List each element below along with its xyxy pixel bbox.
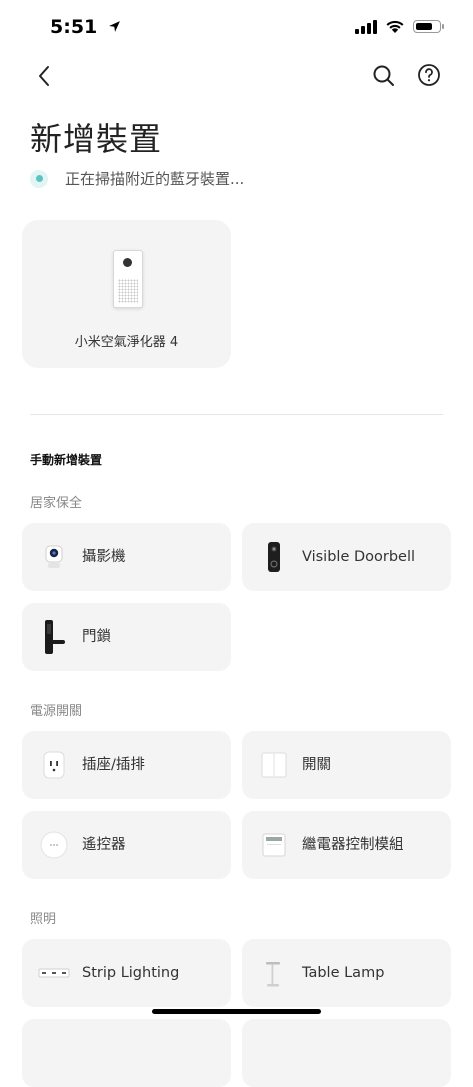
category-label-home-security: 居家保全 <box>30 496 83 511</box>
search-button[interactable] <box>371 63 397 89</box>
device-tile-partial[interactable] <box>22 1019 231 1087</box>
category-label-power-switch: 電源開關 <box>30 704 83 719</box>
device-name: 攝影機 <box>82 549 126 565</box>
outlet-icon <box>43 751 65 779</box>
help-button[interactable] <box>417 63 441 87</box>
category-label-lighting: 照明 <box>30 912 57 927</box>
device-name: Table Lamp <box>302 965 385 981</box>
bluetooth-scan-status: 正在掃描附近的藍牙裝置... <box>30 168 244 189</box>
device-tile-relay-module[interactable]: 繼電器控制模組 <box>242 811 451 879</box>
device-tile-strip-lighting[interactable]: Strip Lighting <box>22 939 231 1007</box>
status-time: 5:51 <box>50 16 98 38</box>
table-lamp-icon <box>266 962 280 987</box>
home-indicator[interactable] <box>152 1009 321 1014</box>
air-purifier-icon <box>113 250 143 308</box>
device-name: Strip Lighting <box>82 965 180 981</box>
strip-light-icon <box>38 968 70 978</box>
device-tile-table-lamp[interactable]: Table Lamp <box>242 939 451 1007</box>
device-name: 遙控器 <box>82 837 126 853</box>
device-tile-partial[interactable] <box>242 1019 451 1087</box>
chevron-left-icon <box>39 66 49 86</box>
search-icon <box>373 65 394 86</box>
cellular-signal-icon <box>355 19 377 34</box>
device-tile-camera[interactable]: 攝影機 <box>22 523 231 591</box>
remote-icon <box>40 831 68 859</box>
device-tile-remote[interactable]: 遙控器 <box>22 811 231 879</box>
section-divider <box>30 414 443 415</box>
battery-icon <box>413 20 444 33</box>
scan-status-text: 正在掃描附近的藍牙裝置... <box>65 170 245 188</box>
device-tile-switch[interactable]: 開關 <box>242 731 451 799</box>
back-button[interactable] <box>30 62 58 90</box>
switch-icon <box>261 752 287 778</box>
device-name: 繼電器控制模組 <box>302 837 404 853</box>
doorbell-icon <box>268 542 280 572</box>
device-name: 插座/插排 <box>82 757 145 773</box>
device-tile-door-lock[interactable]: 門鎖 <box>22 603 231 671</box>
device-tile-outlet[interactable]: 插座/插排 <box>22 731 231 799</box>
scanning-indicator-icon <box>30 169 48 188</box>
location-arrow-icon <box>108 21 120 32</box>
found-device-card[interactable]: 小米空氣淨化器 4 <box>22 220 231 368</box>
door-lock-icon <box>45 620 65 654</box>
device-tile-visible-doorbell[interactable]: Visible Doorbell <box>242 523 451 591</box>
page-title: 新增裝置 <box>30 120 163 158</box>
help-icon <box>418 64 440 86</box>
manual-add-title: 手動新增裝置 <box>30 453 103 467</box>
found-device-name: 小米空氣淨化器 4 <box>74 335 179 350</box>
wifi-icon <box>386 20 404 33</box>
device-name: Visible Doorbell <box>302 549 416 565</box>
relay-module-icon <box>262 833 286 857</box>
status-bar: 5:51 <box>0 0 473 52</box>
device-name: 開關 <box>302 757 331 773</box>
camera-icon <box>45 545 63 568</box>
device-name: 門鎖 <box>82 629 111 645</box>
